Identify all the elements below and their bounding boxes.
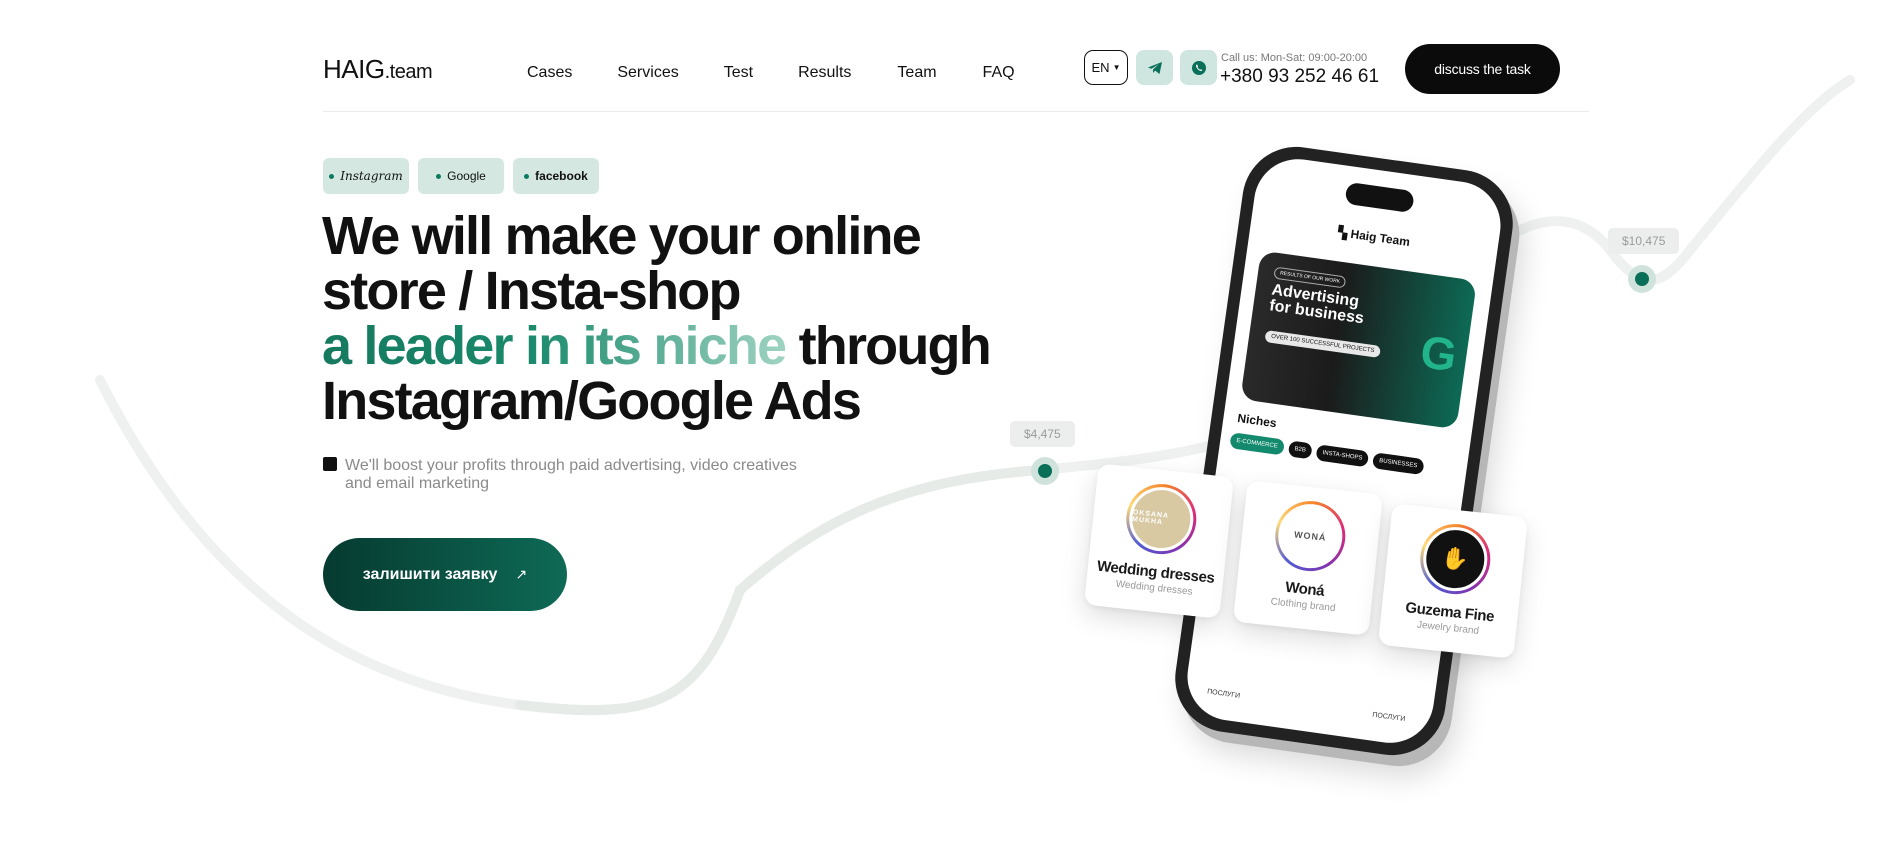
brand-logo-text: OKSANA MUKHA	[1131, 509, 1170, 527]
headline-line-3: a leader in its niche through	[322, 319, 1042, 374]
headline-through: through	[785, 316, 992, 376]
nav-cases[interactable]: Cases	[527, 64, 572, 82]
graph-point-low	[1031, 457, 1059, 485]
brand-avatar: ✋	[1416, 520, 1494, 598]
language-value: EN	[1091, 60, 1110, 75]
main-nav: Cases Services Test Results Team FAQ	[527, 64, 1015, 82]
brand-avatar: WONÁ	[1271, 497, 1349, 575]
card-title: Woná	[1284, 578, 1325, 600]
headline-line-2: store / Insta-shop	[322, 261, 741, 321]
brand-avatar: OKSANA MUKHA	[1122, 480, 1200, 558]
tag-label: facebook	[535, 169, 588, 183]
bullet-icon	[323, 457, 337, 471]
dynamic-island	[1344, 181, 1415, 214]
card-subtitle: Clothing brand	[1270, 596, 1336, 615]
subtitle-line-2: and email marketing	[345, 475, 490, 492]
dot-icon	[329, 173, 335, 179]
caret-down-icon: ▼	[1112, 63, 1121, 72]
niche-chip[interactable]: E-COMMERCE	[1229, 432, 1285, 456]
google-icon: G	[1417, 324, 1460, 382]
language-select[interactable]: EN ▼	[1084, 50, 1128, 85]
tag-instagram: Instagram	[323, 158, 409, 194]
case-card-wona[interactable]: WONÁ Woná Clothing brand	[1232, 480, 1384, 636]
brand-logo: WONÁ	[1275, 500, 1346, 572]
brand-logo-text: WONÁ	[1293, 529, 1327, 543]
ad-banner: RESULTS OF OUR WORK Advertising for busi…	[1240, 250, 1477, 430]
logo[interactable]: HAIG.team	[323, 54, 433, 85]
leave-request-button[interactable]: залишити заявку ↗	[323, 538, 567, 611]
graph-point-high-dot	[1635, 272, 1649, 286]
phone-frame: ▚ Haig Team RESULTS OF OUR WORK Advertis…	[1168, 139, 1520, 763]
graph-point-high	[1628, 265, 1656, 293]
services-link: ПОСЛУГИ	[1371, 711, 1406, 724]
whatsapp-icon	[1191, 60, 1206, 75]
case-card-wedding[interactable]: OKSANA MUKHA Wedding dresses Wedding dre…	[1083, 463, 1235, 619]
phone-mockup: ▚ Haig Team RESULTS OF OUR WORK Advertis…	[1168, 139, 1532, 763]
hand-icon: ✋	[1439, 544, 1471, 573]
ad-title: Advertising for business	[1268, 281, 1367, 327]
dot-icon	[436, 173, 442, 179]
headline-highlight: a leader in its niche	[322, 316, 787, 376]
phone-number[interactable]: +380 93 252 46 61	[1220, 66, 1379, 88]
screen-footer: ПОСЛУГИ ПОСЛУГИ	[1207, 688, 1406, 723]
niche-chip[interactable]: B2B	[1287, 440, 1313, 460]
price-tag-low: $4,475	[1010, 421, 1075, 447]
services-link: ПОСЛУГИ	[1206, 688, 1241, 700]
tag-label: Instagram	[340, 169, 403, 183]
whatsapp-button[interactable]	[1180, 50, 1217, 85]
headline-line-1: We will make your online	[322, 206, 922, 266]
niches-title: Niches	[1236, 410, 1278, 431]
case-card-guzema[interactable]: ✋ Guzema Fine Jewelry brand	[1377, 503, 1529, 659]
arrow-up-right-icon: ↗	[515, 566, 528, 582]
headline-line-4: Instagram/Google Ads	[322, 371, 862, 431]
telegram-icon	[1147, 61, 1162, 74]
tag-label: Google	[447, 169, 486, 183]
nav-results[interactable]: Results	[798, 64, 851, 82]
brand-logo: ✋	[1420, 523, 1491, 595]
header-divider	[323, 111, 1589, 112]
call-hours: Call us: Mon-Sat: 09:00-20:00	[1221, 52, 1368, 64]
telegram-button[interactable]	[1136, 50, 1173, 85]
ad-subtitle: OVER 100 SUCCESSFUL PROJECTS	[1264, 329, 1382, 359]
nav-test[interactable]: Test	[724, 64, 753, 82]
subtitle-line-1: We'll boost your profits through paid ad…	[345, 457, 797, 474]
tag-google: Google	[418, 158, 504, 194]
hero-subtitle: We'll boost your profits through paid ad…	[345, 457, 815, 493]
graph-point-low-dot	[1038, 464, 1052, 478]
niche-chip[interactable]: INSTA-SHOPS	[1315, 444, 1370, 468]
leave-request-label: залишити заявку	[362, 565, 498, 583]
nav-services[interactable]: Services	[617, 64, 678, 82]
nav-team[interactable]: Team	[897, 64, 936, 82]
dot-icon	[524, 173, 530, 179]
price-tag-high: $10,475	[1608, 228, 1680, 254]
brand-logo: OKSANA MUKHA	[1126, 483, 1197, 555]
phone-screen: ▚ Haig Team RESULTS OF OUR WORK Advertis…	[1181, 153, 1507, 749]
tag-facebook: facebook	[513, 158, 599, 194]
hero-headline: We will make your online store / Insta-s…	[322, 209, 1042, 429]
nav-faq[interactable]: FAQ	[983, 64, 1015, 82]
logo-suffix: .team	[384, 61, 433, 83]
app-brand-label: Haig Team	[1349, 226, 1411, 250]
niches-row: E-COMMERCE B2B INSTA-SHOPS BUSINESSES	[1229, 432, 1425, 476]
logo-main: HAIG	[323, 54, 385, 84]
discuss-task-button[interactable]: discuss the task	[1405, 44, 1560, 94]
niche-chip[interactable]: BUSINESSES	[1372, 452, 1425, 476]
